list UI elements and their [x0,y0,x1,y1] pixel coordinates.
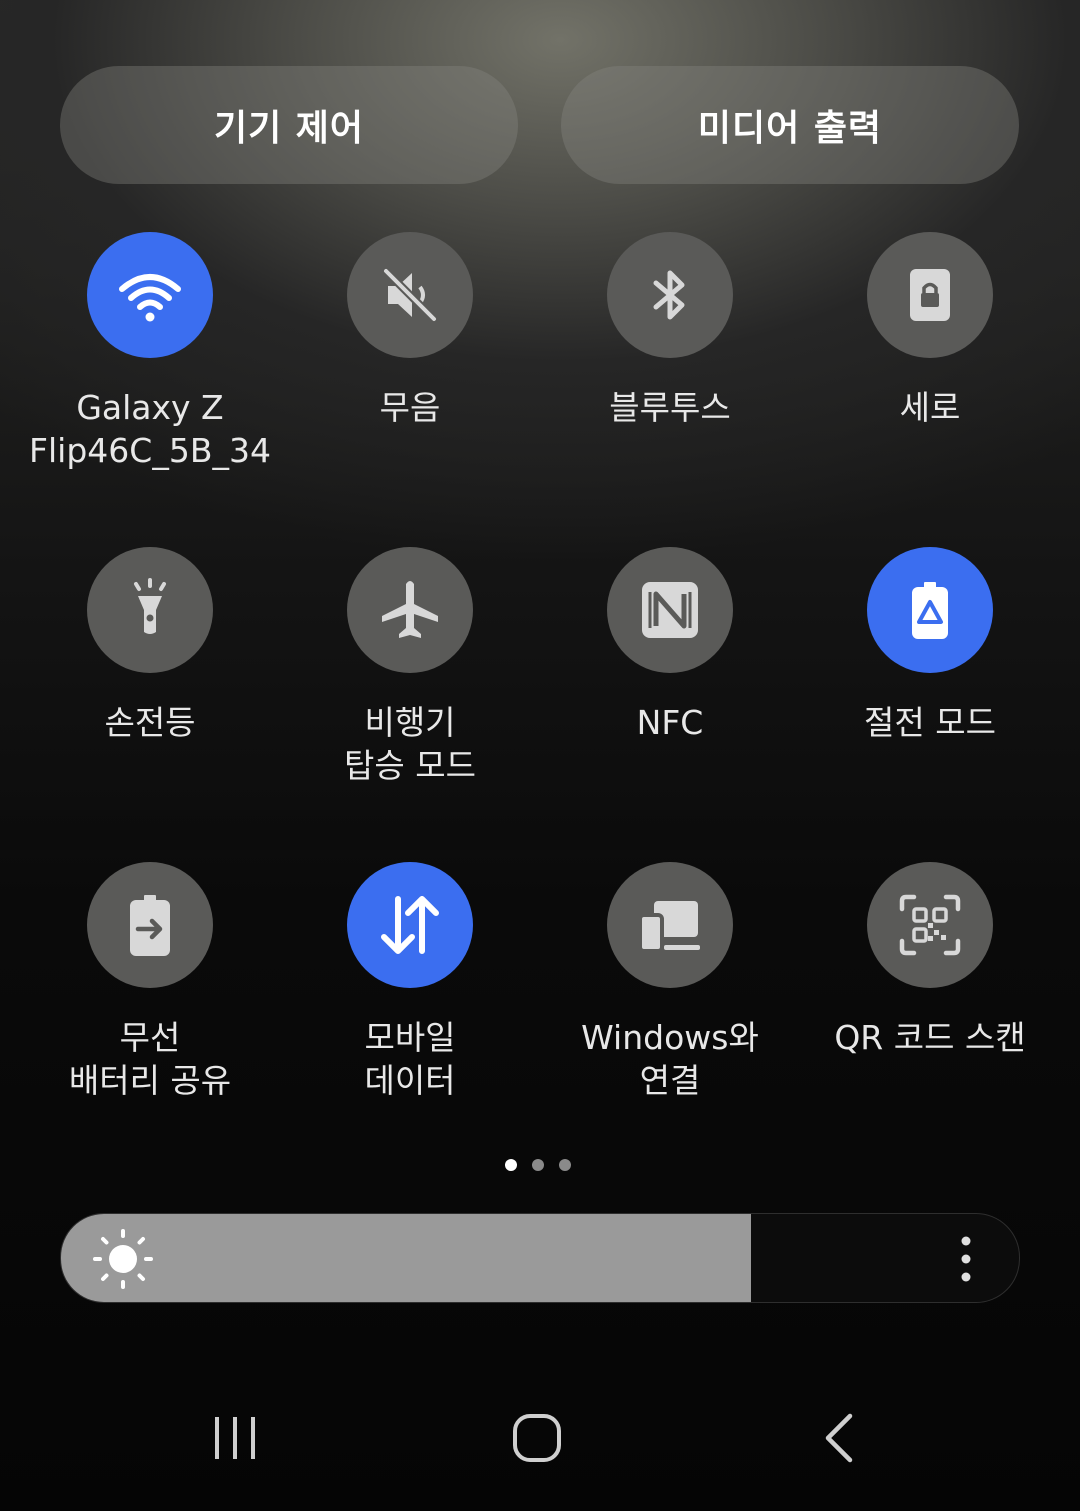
quick-tile-mobile-data[interactable]: 모바일 데이터 [280,862,540,1102]
home-button[interactable] [492,1398,582,1478]
nfc-icon [607,547,733,673]
airplane-icon [347,547,473,673]
tile-label: QR 코드 스캔 [834,1018,1026,1057]
quick-tile-airplane[interactable]: 비행기 탑승 모드 [280,547,540,787]
device-control-label: 기기 제어 [213,108,364,149]
quick-tile-flashlight[interactable]: 손전등 [20,547,280,744]
quick-tile-wifi[interactable]: Galaxy Z Flip46C_5B_34 [20,232,280,472]
quick-tile-power-saving[interactable]: 절전 모드 [800,547,1060,744]
back-icon [825,1413,853,1463]
tile-label: Galaxy Z Flip46C_5B_34 [29,388,271,470]
tile-label: 블루투스 [609,388,731,427]
back-button[interactable] [795,1398,885,1478]
mobile-data-icon [347,862,473,988]
page-dot [532,1159,544,1171]
quick-tile-portrait[interactable]: 세로 [800,232,1060,429]
navigation-bar [0,1380,1080,1500]
tile-label: 손전등 [104,703,196,742]
page-dot [505,1159,517,1171]
page-indicator [505,1159,571,1171]
tile-label: 세로 [899,388,961,427]
device-control-button[interactable]: 기기 제어 [60,66,518,184]
portrait-lock-icon [867,232,993,358]
tile-label: 비행기 탑승 모드 [344,703,476,785]
mute-icon [347,232,473,358]
recent-apps-icon [215,1417,255,1459]
wifi-icon [87,232,213,358]
sun-icon [93,1229,153,1289]
bluetooth-icon [607,232,733,358]
tile-label: 무음 [379,388,441,427]
recent-apps-button[interactable] [190,1398,280,1478]
tile-label: 절전 모드 [864,703,996,742]
media-output-label: 미디어 출력 [697,108,883,149]
quick-tile-mute[interactable]: 무음 [280,232,540,429]
tile-label: 무선 배터리 공유 [68,1018,232,1100]
qr-scan-icon [867,862,993,988]
tile-label: NFC [636,703,704,742]
tile-label: 모바일 데이터 [364,1018,456,1100]
page-dot [559,1159,571,1171]
quick-tile-nfc[interactable]: NFC [540,547,800,744]
quick-tile-wireless-battery-share[interactable]: 무선 배터리 공유 [20,862,280,1102]
link-to-windows-icon [607,862,733,988]
more-options-icon[interactable] [951,1234,981,1284]
wireless-battery-share-icon [87,862,213,988]
media-output-button[interactable]: 미디어 출력 [561,66,1019,184]
brightness-slider[interactable] [60,1213,1020,1303]
flashlight-icon [87,547,213,673]
home-icon [513,1414,561,1462]
power-saving-icon [867,547,993,673]
brightness-level-fill [61,1214,751,1302]
quick-tile-qr-scan[interactable]: QR 코드 스캔 [800,862,1060,1059]
tile-label: Windows와 연결 [581,1018,759,1100]
quick-tile-link-to-windows[interactable]: Windows와 연결 [540,862,800,1102]
quick-tile-bluetooth[interactable]: 블루투스 [540,232,800,429]
